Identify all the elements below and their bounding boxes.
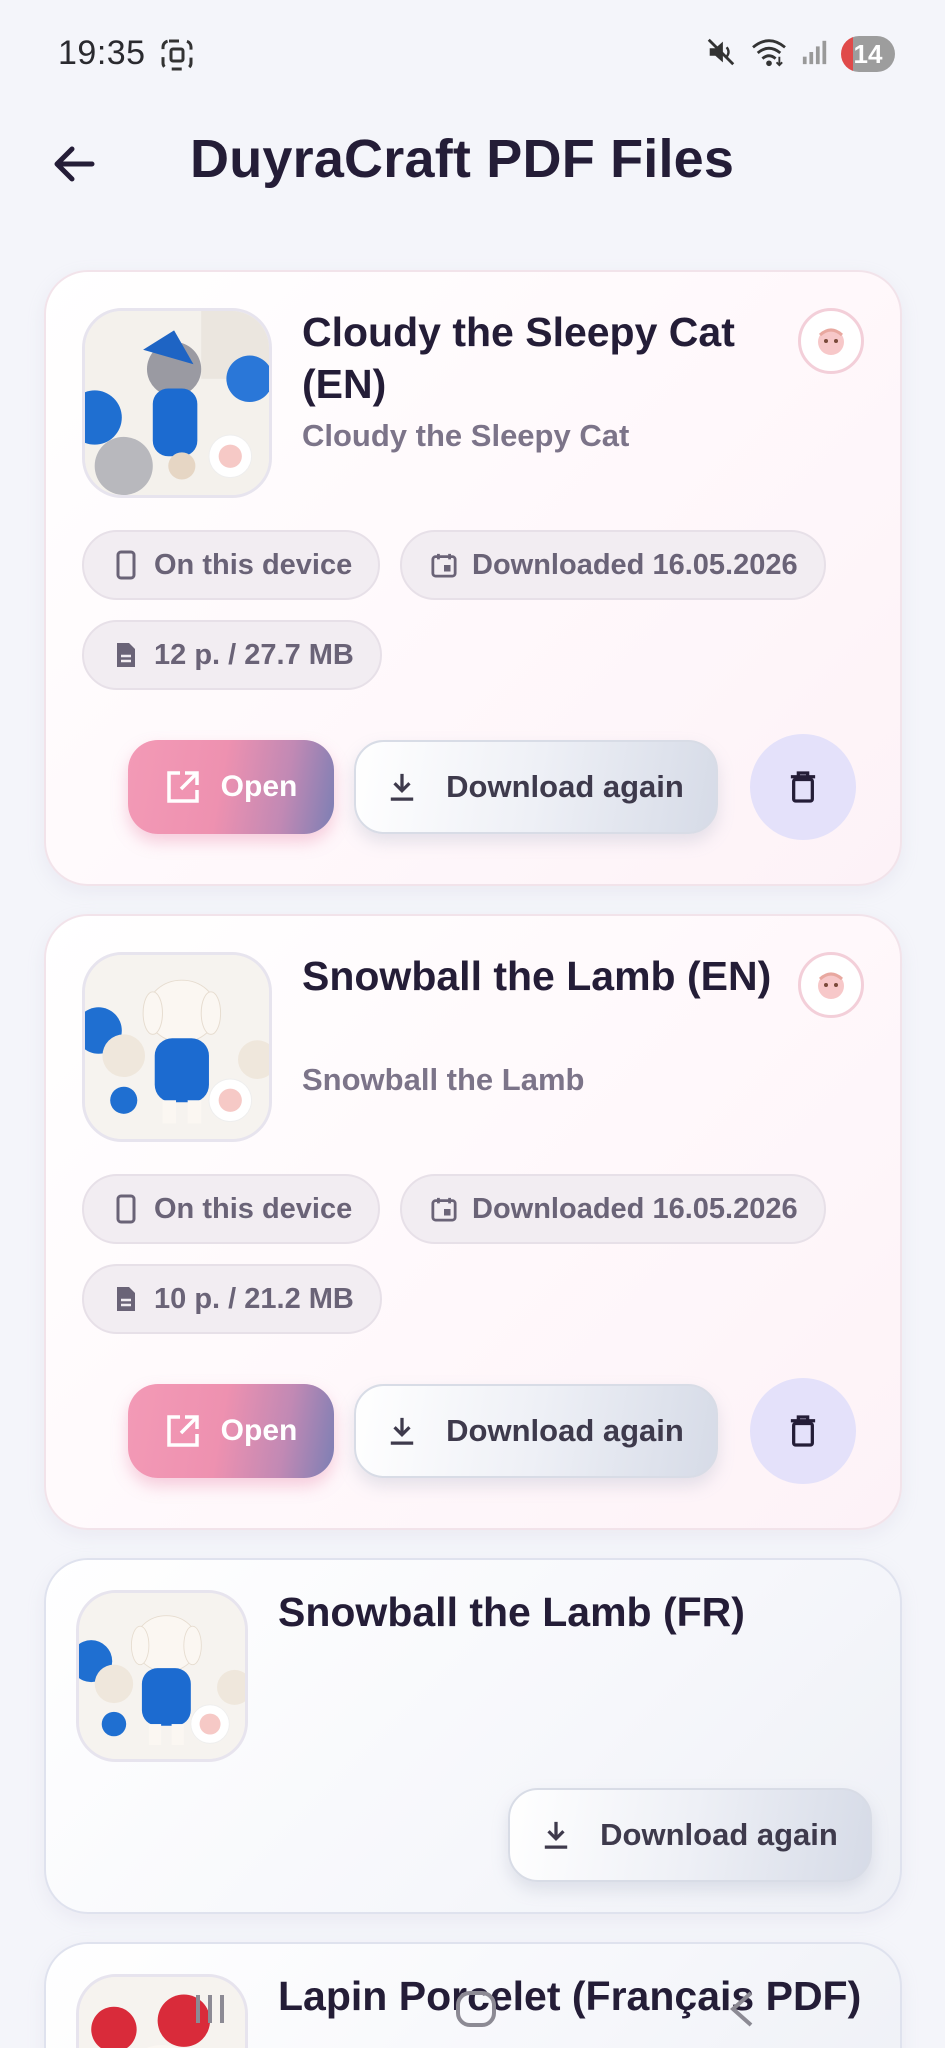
- location-label: On this device: [154, 548, 353, 581]
- delete-button[interactable]: [750, 734, 856, 840]
- download-icon: [390, 773, 414, 801]
- delete-button[interactable]: [750, 1378, 856, 1484]
- open-label: Open: [220, 1414, 298, 1447]
- open-button[interactable]: Open: [128, 1384, 334, 1478]
- calendar-icon: [430, 1194, 458, 1224]
- location-label: On this device: [154, 1192, 353, 1225]
- arrow-left-icon: [54, 146, 95, 182]
- card-title: Snowball the Lamb (EN): [302, 953, 772, 999]
- system-back-button[interactable]: [712, 1984, 772, 2034]
- download-again-label: Download again: [446, 1413, 684, 1448]
- battery-badge: 14: [841, 36, 895, 72]
- status-time: 19:35: [58, 34, 146, 72]
- pattern-thumbnail: [76, 1590, 248, 1762]
- page-title: DuyraCraft PDF Files: [190, 129, 735, 189]
- location-chip: On this device: [82, 1174, 381, 1244]
- home-button[interactable]: [446, 1984, 506, 2034]
- download-again-button[interactable]: Download again: [508, 1788, 872, 1882]
- system-nav-bar: [0, 1968, 945, 2048]
- home-icon: [456, 1991, 496, 2027]
- calendar-icon: [430, 550, 458, 580]
- pdf-card[interactable]: Snowball the Lamb (FR) Download again: [44, 1558, 902, 1914]
- status-bar: 19:35 14: [0, 0, 945, 110]
- open-label: Open: [220, 770, 298, 803]
- size-label: 10 p. / 21.2 MB: [154, 1282, 354, 1315]
- phone-icon: [112, 1194, 140, 1224]
- recent-apps-icon: [196, 1995, 224, 2023]
- card-title: Cloudy the Sleepy Cat (EN): [302, 309, 735, 407]
- brand-logo-icon: [798, 952, 864, 1018]
- open-button[interactable]: Open: [128, 740, 334, 834]
- open-external-icon: [166, 771, 199, 803]
- wifi-icon: [749, 36, 789, 73]
- recent-apps-button[interactable]: [180, 1984, 240, 2034]
- downloaded-label: Downloaded 16.05.2026: [472, 1192, 798, 1225]
- trash-icon: [790, 1415, 816, 1447]
- signal-icon: [801, 37, 829, 72]
- downloaded-chip: Downloaded 16.05.2026: [400, 1174, 826, 1244]
- chevron-left-icon: [729, 1991, 753, 2027]
- document-icon: [112, 1284, 140, 1314]
- app-header: DuyraCraft PDF Files: [0, 110, 945, 220]
- size-chip: 10 p. / 21.2 MB: [82, 1264, 382, 1334]
- size-chip: 12 p. / 27.7 MB: [82, 620, 382, 690]
- pattern-thumbnail: [82, 952, 272, 1142]
- download-icon: [390, 1417, 414, 1445]
- trash-icon: [790, 771, 816, 803]
- pdf-card[interactable]: Cloudy the Sleepy Cat (EN) Cloudy the Sl…: [44, 270, 902, 886]
- downloaded-chip: Downloaded 16.05.2026: [400, 530, 826, 600]
- status-icons: 14: [705, 34, 895, 74]
- open-external-icon: [166, 1415, 199, 1447]
- screenshot-icon: [160, 38, 194, 72]
- download-again-label: Download again: [600, 1817, 838, 1852]
- downloaded-label: Downloaded 16.05.2026: [472, 548, 798, 581]
- location-chip: On this device: [82, 530, 381, 600]
- card-subtitle: Cloudy the Sleepy Cat: [302, 418, 630, 453]
- download-icon: [544, 1821, 568, 1849]
- size-label: 12 p. / 27.7 MB: [154, 638, 354, 671]
- document-icon: [112, 640, 140, 670]
- card-subtitle: Snowball the Lamb: [302, 1062, 585, 1097]
- phone-icon: [112, 550, 140, 580]
- card-title: Snowball the Lamb (FR): [278, 1589, 745, 1635]
- brand-logo-icon: [798, 308, 864, 374]
- pattern-thumbnail: [82, 308, 272, 498]
- download-again-button[interactable]: Download again: [354, 740, 718, 834]
- mute-icon: [705, 36, 737, 73]
- pdf-card[interactable]: Snowball the Lamb (EN) Snowball the Lamb…: [44, 914, 902, 1530]
- back-button[interactable]: [44, 134, 104, 194]
- download-again-label: Download again: [446, 769, 684, 804]
- download-again-button[interactable]: Download again: [354, 1384, 718, 1478]
